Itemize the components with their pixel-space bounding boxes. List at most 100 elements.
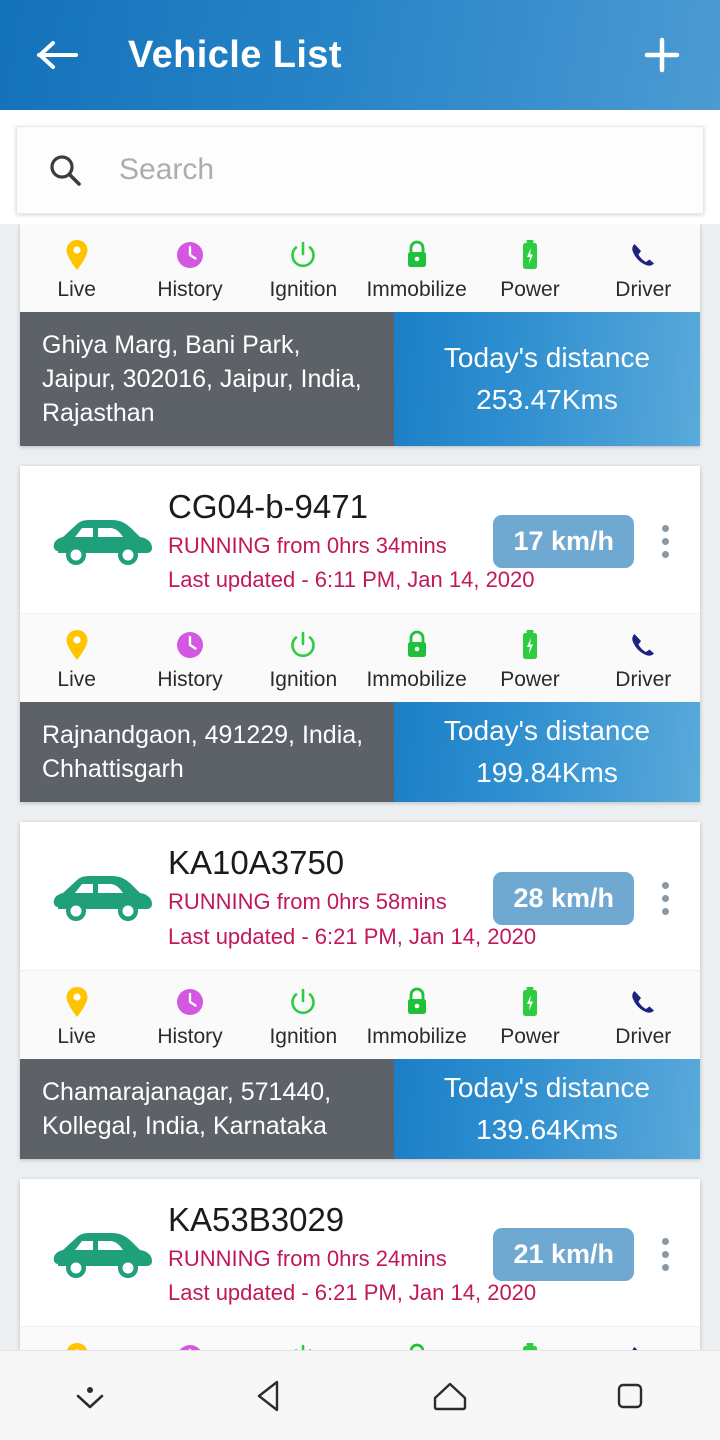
back-nav-button[interactable] xyxy=(180,1374,360,1418)
action-immobilize[interactable]: Immobilize xyxy=(360,238,473,300)
history-clock-icon xyxy=(175,238,205,272)
phone-icon xyxy=(628,628,658,662)
action-ignition[interactable]: Ignition xyxy=(247,628,360,690)
action-live[interactable]: Live xyxy=(20,985,133,1047)
vehicle-plate: KA53B3029 xyxy=(168,1200,345,1238)
triangle-back-icon xyxy=(257,1380,279,1411)
overflow-menu-button[interactable] xyxy=(648,876,682,921)
action-ignition[interactable]: Ignition xyxy=(247,1341,360,1350)
vehicle-actions: Live History xyxy=(20,969,700,1059)
history-clock-icon xyxy=(175,628,205,662)
action-power[interactable]: Power xyxy=(473,1341,586,1350)
battery-icon xyxy=(520,238,540,272)
action-immobilize[interactable]: Immobilize xyxy=(360,1341,473,1350)
vehicle-list[interactable]: Live History Ignition Immobilize Power D… xyxy=(0,224,720,1350)
search-bar[interactable] xyxy=(16,126,704,214)
vehicle-info: KA10A3750 RUNNING from 0hrs 58mins Last … xyxy=(168,844,536,951)
vehicle-distance: Today's distance 139.64Kms xyxy=(394,1058,700,1159)
system-navigation-bar xyxy=(0,1350,720,1440)
location-pin-icon xyxy=(65,985,89,1019)
page-title: Vehicle List xyxy=(128,33,342,76)
vehicle-actions: Live History xyxy=(20,613,700,703)
lock-icon xyxy=(404,238,430,272)
plus-icon xyxy=(644,37,680,73)
vehicle-info: CG04-b-9471 RUNNING from 0hrs 34mins Las… xyxy=(168,488,535,595)
action-power[interactable]: Power xyxy=(473,628,586,690)
add-vehicle-button[interactable] xyxy=(634,27,690,83)
action-history[interactable]: History xyxy=(133,628,246,690)
vehicle-footer: Ghiya Marg, Bani Park, Jaipur, 302016, J… xyxy=(20,312,700,446)
kebab-dot xyxy=(661,907,669,915)
vehicle-card[interactable]: Live History Ignition Immobilize Power D… xyxy=(20,224,700,446)
history-clock-icon xyxy=(175,985,205,1019)
action-driver[interactable]: Driver xyxy=(587,1341,700,1350)
action-ignition[interactable]: Ignition xyxy=(247,238,360,300)
recents-nav-button[interactable] xyxy=(540,1374,720,1418)
history-clock-icon xyxy=(175,1341,205,1350)
action-history[interactable]: History xyxy=(133,238,246,300)
overflow-menu-button[interactable] xyxy=(648,1232,682,1277)
vehicle-actions: Live History xyxy=(20,224,700,312)
car-icon xyxy=(38,867,168,929)
vehicle-info: KA53B3029 RUNNING from 0hrs 24mins Last … xyxy=(168,1200,536,1308)
vehicle-header[interactable]: KA10A3750 RUNNING from 0hrs 58mins Last … xyxy=(20,822,700,970)
action-driver[interactable]: Driver xyxy=(587,238,700,300)
power-button-icon xyxy=(288,628,318,662)
vehicle-status: RUNNING from 0hrs 24mins xyxy=(168,1245,447,1271)
action-driver[interactable]: Driver xyxy=(587,628,700,690)
action-label: History xyxy=(157,1024,223,1048)
vehicle-footer: Chamarajanagar, 571440, Kollegal, India,… xyxy=(20,1058,700,1159)
speed-badge: 21 km/h xyxy=(493,1228,634,1282)
location-pin-icon xyxy=(65,628,89,662)
action-history[interactable]: History xyxy=(133,1341,246,1350)
phone-icon xyxy=(628,985,658,1019)
distance-value: 199.84Kms xyxy=(476,757,618,789)
vehicle-actions: Live History xyxy=(20,1326,700,1350)
action-label: Immobilize xyxy=(366,1024,467,1048)
action-immobilize[interactable]: Immobilize xyxy=(360,985,473,1047)
action-label: Driver xyxy=(615,1024,672,1048)
vehicle-header[interactable]: CG04-b-9471 RUNNING from 0hrs 34mins Las… xyxy=(20,466,700,614)
chevron-down-icon xyxy=(76,1386,104,1408)
action-immobilize[interactable]: Immobilize xyxy=(360,628,473,690)
vehicle-address: Ghiya Marg, Bani Park, Jaipur, 302016, J… xyxy=(20,312,394,446)
power-button-icon xyxy=(288,1341,318,1350)
action-power[interactable]: Power xyxy=(473,238,586,300)
location-pin-icon xyxy=(65,238,89,272)
vehicle-distance: Today's distance 199.84Kms xyxy=(394,702,700,803)
action-label: Immobilize xyxy=(366,278,467,301)
action-label: Power xyxy=(500,668,560,692)
home-nav-button[interactable] xyxy=(360,1374,540,1418)
vehicle-card[interactable]: KA10A3750 RUNNING from 0hrs 58mins Last … xyxy=(20,822,700,1159)
action-history[interactable]: History xyxy=(133,985,246,1047)
arrow-left-icon xyxy=(37,41,78,69)
distance-label: Today's distance xyxy=(443,1071,651,1103)
action-driver[interactable]: Driver xyxy=(587,985,700,1047)
vehicle-header[interactable]: KA53B3029 RUNNING from 0hrs 24mins Last … xyxy=(20,1178,700,1327)
back-button[interactable] xyxy=(30,27,86,83)
action-power[interactable]: Power xyxy=(473,985,586,1047)
vehicle-card[interactable]: KA53B3029 RUNNING from 0hrs 24mins Last … xyxy=(20,1178,700,1350)
action-ignition[interactable]: Ignition xyxy=(247,985,360,1047)
action-live[interactable]: Live xyxy=(20,238,133,300)
speed-badge: 17 km/h xyxy=(493,515,634,569)
location-pin-icon xyxy=(65,1341,89,1350)
search-input[interactable] xyxy=(119,153,673,187)
kebab-dot xyxy=(661,538,669,546)
battery-icon xyxy=(520,628,540,662)
search-icon xyxy=(47,152,83,188)
square-recents-icon xyxy=(617,1383,643,1408)
vehicle-card[interactable]: CG04-b-9471 RUNNING from 0hrs 34mins Las… xyxy=(20,466,700,803)
kebab-dot xyxy=(661,1238,669,1246)
kebab-dot xyxy=(661,1264,669,1272)
action-live[interactable]: Live xyxy=(20,1341,133,1350)
lock-icon xyxy=(404,1341,430,1350)
hide-keyboard-button[interactable] xyxy=(0,1376,180,1416)
action-label: Driver xyxy=(615,668,672,692)
kebab-dot xyxy=(661,551,669,559)
overflow-menu-button[interactable] xyxy=(648,519,682,564)
action-live[interactable]: Live xyxy=(20,628,133,690)
distance-label: Today's distance xyxy=(443,342,651,373)
vehicle-status: RUNNING from 0hrs 58mins xyxy=(168,889,447,915)
power-button-icon xyxy=(288,985,318,1019)
